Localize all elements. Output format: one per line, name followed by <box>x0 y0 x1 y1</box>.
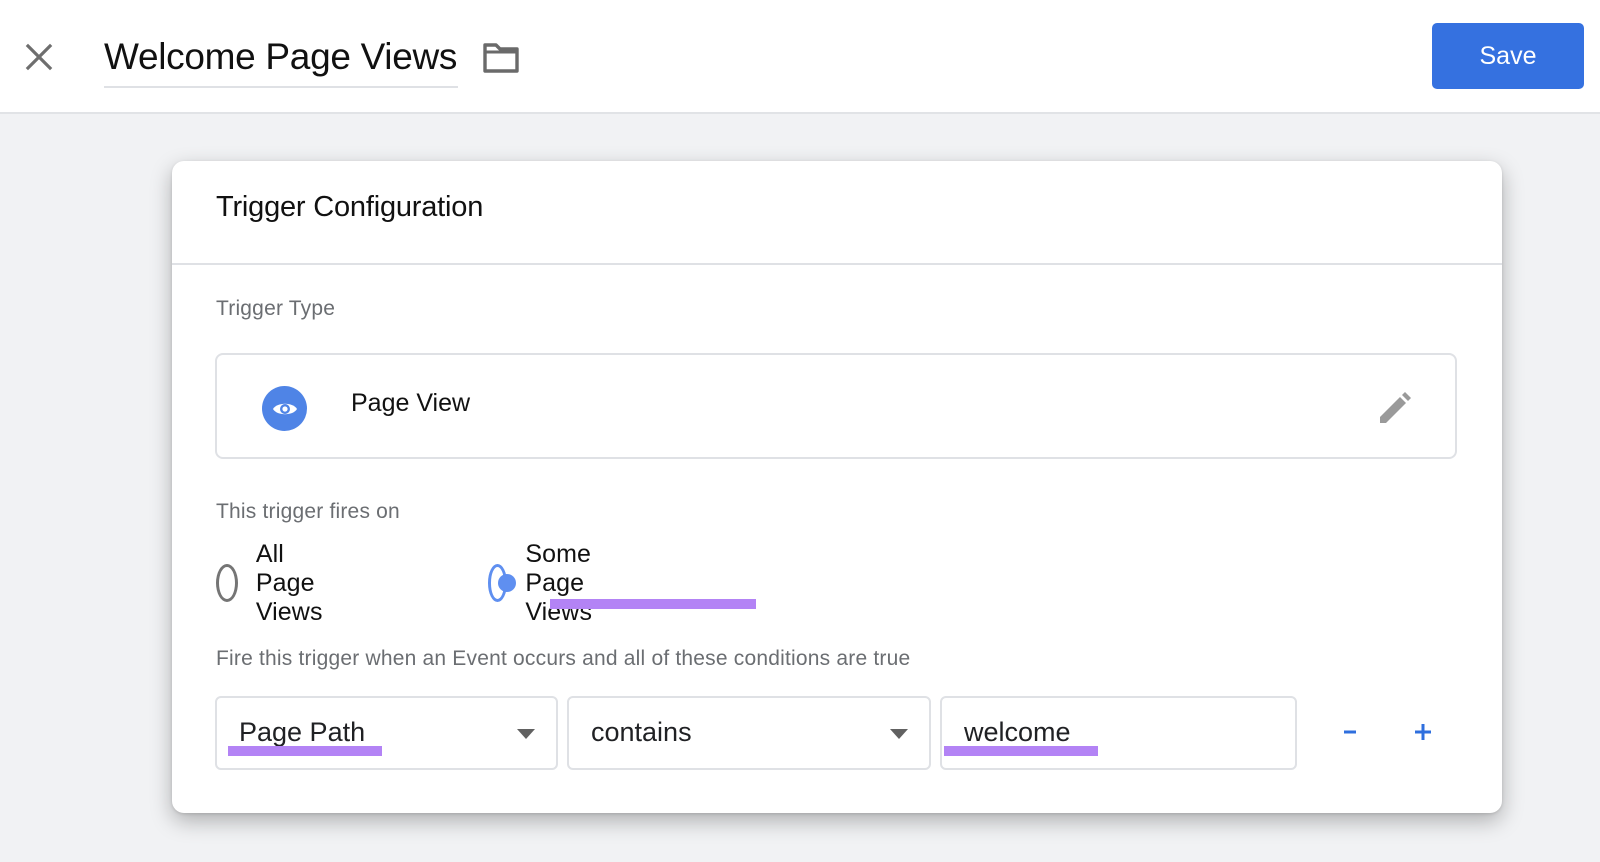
folder-icon <box>483 43 519 73</box>
trigger-type-selector[interactable]: Page View <box>215 353 1457 459</box>
condition-value-input[interactable]: welcome <box>940 696 1297 770</box>
radio-all-page-views[interactable]: All Page Views <box>216 540 339 626</box>
edit-trigger-type-button[interactable] <box>1374 389 1414 429</box>
variable-select[interactable]: Page Path <box>215 696 558 770</box>
card-header: Trigger Configuration <box>172 161 1502 265</box>
highlight-some-page-views <box>550 599 756 609</box>
radio-label-all: All Page Views <box>255 539 323 626</box>
card-title: Trigger Configuration <box>216 191 484 223</box>
close-icon <box>25 43 53 71</box>
remove-condition-button[interactable] <box>1330 712 1370 752</box>
fires-on-label: This trigger fires on <box>216 500 400 523</box>
trigger-name-field[interactable]: Welcome Page Views <box>104 32 458 88</box>
highlight-welcome <box>944 746 1098 756</box>
conditions-label: Fire this trigger when an Event occurs a… <box>216 647 911 670</box>
save-button[interactable]: Save <box>1432 23 1584 89</box>
eye-icon <box>272 403 297 414</box>
folder-button[interactable] <box>482 40 522 76</box>
radio-button-unchecked[interactable] <box>216 564 238 602</box>
chevron-down-icon <box>890 729 908 739</box>
add-condition-button[interactable] <box>1403 712 1443 752</box>
condition-value-text: welcome <box>964 717 1071 747</box>
trigger-type-name: Page View <box>351 389 471 417</box>
operator-select-value: contains <box>591 717 692 747</box>
operator-select[interactable]: contains <box>567 696 931 770</box>
chevron-down-icon <box>517 729 535 739</box>
trigger-name: Welcome Page Views <box>104 36 458 77</box>
radio-label-some: Some Page Views <box>525 539 593 626</box>
plus-icon <box>1415 724 1431 740</box>
trigger-type-label: Trigger Type <box>216 297 336 320</box>
trigger-configuration-card: Trigger Configuration Trigger Type Page … <box>172 161 1502 813</box>
highlight-page-path <box>228 746 382 756</box>
trigger-type-icon <box>262 386 307 431</box>
top-bar: Welcome Page Views Save <box>0 0 1600 114</box>
radio-button-checked[interactable] <box>488 564 517 602</box>
variable-select-value: Page Path <box>239 717 366 747</box>
minus-icon <box>1344 730 1356 734</box>
pencil-icon <box>1380 392 1411 423</box>
close-button[interactable] <box>22 40 56 74</box>
